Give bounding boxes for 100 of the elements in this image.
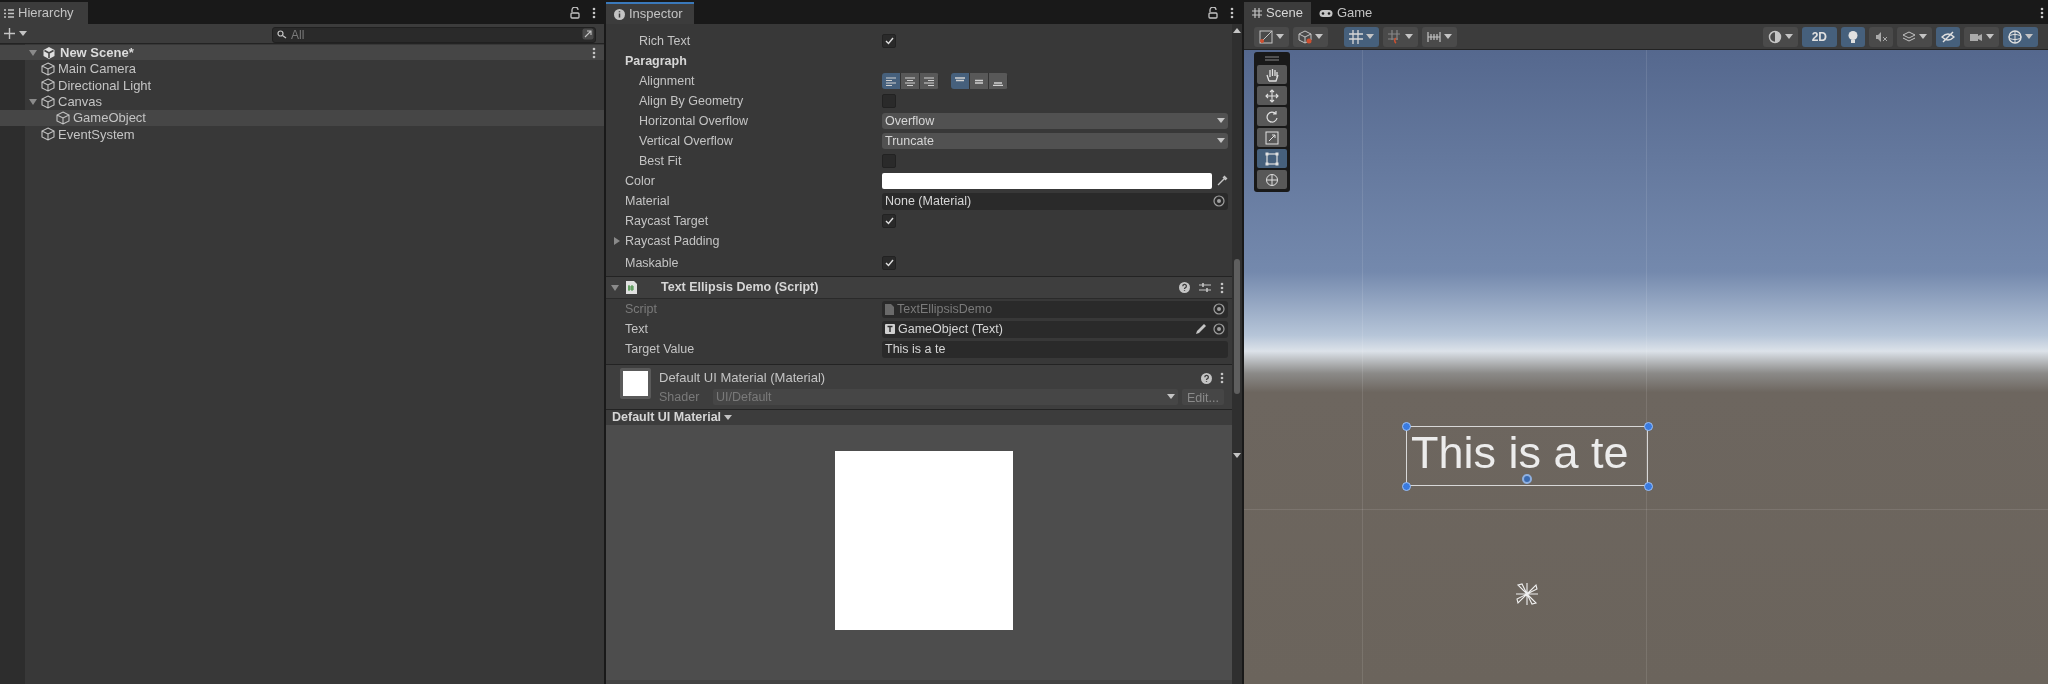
toggle-2d-button[interactable]: 2D (1801, 26, 1837, 47)
hierarchy-item[interactable]: Directional Light (25, 77, 604, 94)
dropdown[interactable]: Truncate (882, 133, 1228, 149)
script-file-icon (885, 303, 894, 315)
scene-viewport[interactable]: This is a te (1244, 50, 2048, 684)
list-icon (4, 8, 14, 18)
alignment-button[interactable] (989, 73, 1008, 89)
resize-handle[interactable] (1402, 422, 1411, 431)
visibility-icon (1941, 29, 1955, 44)
alignment-button[interactable] (920, 73, 939, 89)
help-icon[interactable] (1201, 372, 1212, 384)
preset-sliders-icon[interactable] (1199, 282, 1211, 293)
hierarchy-item[interactable]: Canvas (25, 93, 604, 110)
script-file-icon (626, 281, 637, 294)
caret-icon[interactable] (19, 30, 27, 37)
light-gizmo-icon (1514, 581, 1540, 607)
panel-tab[interactable]: Hierarchy (0, 2, 88, 24)
scroll-down-icon[interactable] (1233, 453, 1241, 459)
alignment-button[interactable] (882, 73, 901, 89)
resize-handle[interactable] (1644, 422, 1653, 431)
pencil-icon[interactable] (1195, 323, 1207, 335)
info-icon (614, 8, 625, 20)
resize-handle[interactable] (1644, 482, 1653, 491)
camera-button[interactable] (1964, 26, 1999, 47)
gizmos-button[interactable] (2003, 26, 2038, 47)
more-options-icon[interactable] (592, 7, 596, 19)
caret-icon[interactable] (1405, 33, 1413, 40)
alignment-button[interactable] (951, 73, 970, 89)
caret-icon[interactable] (724, 414, 733, 421)
rect-selection[interactable]: This is a te (1406, 426, 1648, 486)
resize-handle[interactable] (1402, 482, 1411, 491)
hierarchy-item[interactable]: GameObject (0, 109, 604, 127)
object-field[interactable]: GameObject (Text) (882, 320, 1228, 338)
foldout-arrow-icon[interactable] (610, 282, 620, 293)
checkbox[interactable] (882, 214, 896, 228)
caret-icon[interactable] (1784, 33, 1793, 40)
expand-arrow-icon[interactable] (28, 47, 38, 58)
rotate-tool-icon (1265, 109, 1279, 124)
visibility-button[interactable] (1936, 26, 1960, 47)
search-field[interactable]: All (272, 26, 596, 43)
ruler-button[interactable] (1422, 26, 1457, 47)
eyedropper-icon[interactable] (1216, 175, 1228, 187)
gamepad-icon (1318, 8, 1333, 18)
object-picker-icon[interactable] (1213, 195, 1225, 207)
checkbox[interactable] (882, 256, 896, 270)
object-picker-icon[interactable] (1213, 323, 1225, 335)
effects-button[interactable] (1897, 26, 1932, 47)
scale-tool-icon (1265, 130, 1279, 145)
caret-icon[interactable] (1276, 33, 1284, 40)
tool-button[interactable] (1257, 170, 1287, 189)
checkbox[interactable] (882, 34, 896, 48)
caret-icon[interactable] (1444, 33, 1452, 40)
tool-button[interactable] (1257, 65, 1287, 84)
lock-icon[interactable] (1208, 7, 1218, 19)
caret-icon[interactable] (1217, 138, 1225, 144)
field-label: Align By Geometry (639, 92, 744, 110)
snap-increment-button[interactable] (1383, 26, 1418, 47)
audio-mute-button[interactable] (1869, 26, 1893, 47)
shading-mode-button[interactable] (1762, 26, 1798, 47)
scrollbar[interactable] (1232, 24, 1242, 684)
gizmo-cube-button[interactable] (1293, 26, 1328, 47)
hierarchy-item[interactable]: Main Camera (25, 61, 604, 78)
alignment-button[interactable] (970, 73, 989, 89)
lock-icon[interactable] (570, 7, 580, 19)
more-options-icon[interactable] (1220, 281, 1224, 294)
caret-icon[interactable] (1366, 33, 1374, 40)
pivot-handle[interactable] (1522, 474, 1532, 484)
caret-icon[interactable] (1167, 394, 1175, 400)
help-icon[interactable] (1179, 282, 1190, 293)
lightbulb-button[interactable] (1841, 26, 1865, 47)
panel-tab[interactable]: Game (1310, 2, 1381, 24)
more-options-icon[interactable] (592, 46, 596, 59)
component-header[interactable]: Text Ellipsis Demo (Script) (606, 277, 1232, 299)
tool-button[interactable] (1257, 107, 1287, 126)
more-options-icon[interactable] (1220, 372, 1224, 384)
caret-icon[interactable] (1315, 33, 1323, 40)
alignment-button[interactable] (901, 73, 920, 89)
more-options-icon[interactable] (2040, 7, 2044, 19)
caret-icon[interactable] (1986, 33, 1994, 40)
caret-icon[interactable] (1217, 118, 1225, 124)
expand-arrow-icon[interactable] (28, 96, 38, 107)
caret-icon[interactable] (1919, 33, 1927, 40)
scroll-up-icon[interactable] (1233, 28, 1241, 34)
panel-tab[interactable]: Inspector (606, 2, 694, 24)
tool-button[interactable] (1257, 128, 1287, 147)
foldout-arrow-icon[interactable] (612, 236, 622, 246)
expand-window-icon[interactable] (582, 27, 594, 40)
tool-button[interactable] (1257, 149, 1287, 168)
grid-snap-button[interactable] (1344, 26, 1379, 47)
object-field[interactable]: None (Material) (882, 192, 1228, 210)
hierarchy-item[interactable]: EventSystem (25, 126, 604, 143)
text-input-field[interactable]: This is a te (882, 340, 1228, 358)
color-swatch[interactable] (882, 173, 1212, 189)
more-options-icon[interactable] (1230, 7, 1234, 19)
panel-tab[interactable]: Scene (1244, 2, 1311, 24)
dropdown[interactable]: Overflow (882, 113, 1228, 129)
caret-icon[interactable] (2025, 33, 2033, 40)
scene-name[interactable]: New Scene* (60, 42, 134, 63)
tool-button[interactable] (1257, 86, 1287, 105)
draw-mode-button[interactable] (1254, 26, 1289, 47)
